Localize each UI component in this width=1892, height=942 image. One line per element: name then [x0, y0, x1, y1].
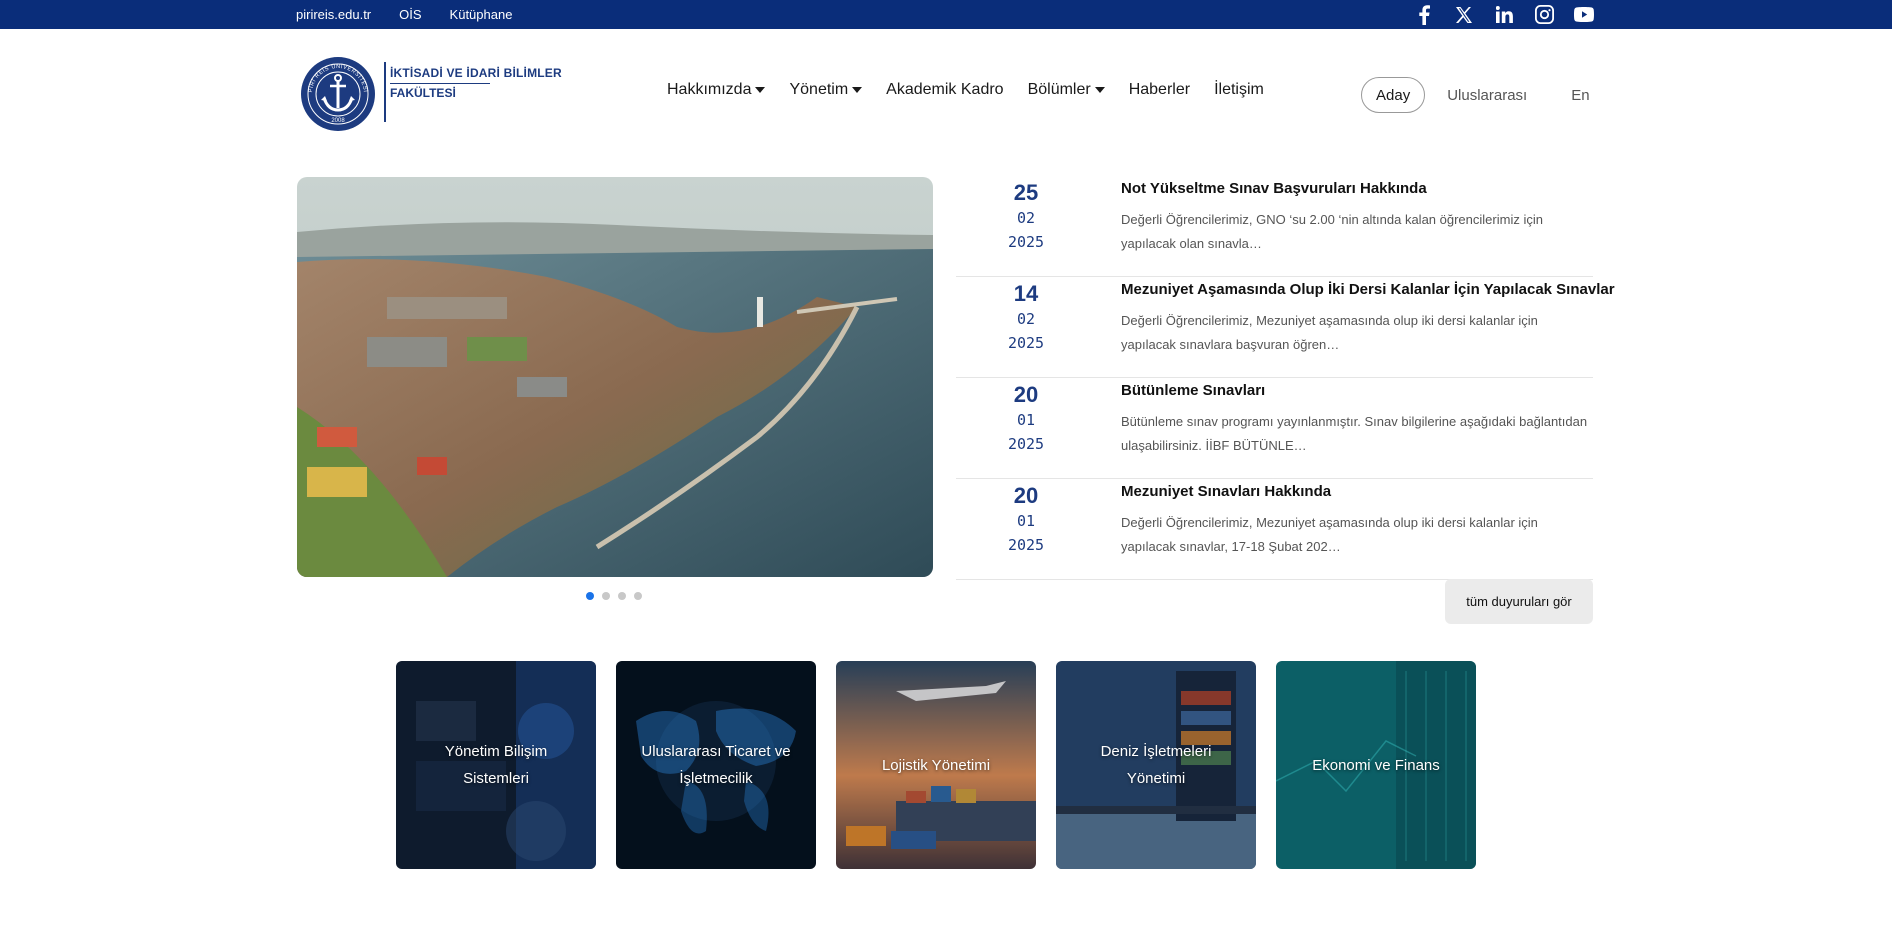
caret-down-icon: [1094, 87, 1105, 93]
date-month: 02: [1016, 310, 1036, 328]
main-nav: Hakkımızda Yönetim Akademik Kadro Bölüml…: [667, 81, 1264, 99]
social-links: [1413, 0, 1595, 29]
caret-down-icon: [755, 87, 766, 93]
date-year: 2025: [1007, 435, 1045, 453]
announcement-date: 14 02 2025: [956, 281, 1096, 355]
nav-item-about[interactable]: Hakkımızda: [667, 81, 766, 99]
date-month: 01: [1016, 411, 1036, 429]
caret-down-icon: [852, 87, 863, 93]
nav-item-departments[interactable]: Bölümler: [1028, 81, 1105, 99]
nav-item-academic-staff[interactable]: Akademik Kadro: [886, 81, 1003, 99]
youtube-icon[interactable]: [1573, 4, 1595, 26]
department-card[interactable]: Ekonomi ve Finans: [1276, 661, 1476, 869]
nav-label: Akademik Kadro: [886, 81, 1004, 98]
announcement-item[interactable]: 14 02 2025 Mezuniyet Aşamasında Olup İki…: [956, 277, 1615, 378]
announcement-excerpt: Değerli Öğrencilerimiz, GNO ‘su 2.00 ‘ni…: [1121, 212, 1543, 251]
nav-label: İletişim: [1214, 81, 1264, 98]
department-label: Lojistik Yönetimi: [881, 756, 991, 774]
top-links: pirireis.edu.tr OİS Kütüphane: [296, 0, 512, 29]
slider-dots: [586, 592, 642, 600]
date-day: 25: [1013, 180, 1039, 205]
secondary-nav: Aday Uluslararası En: [1361, 77, 1590, 113]
logo-rule: [390, 83, 490, 84]
announcement-title[interactable]: Mezuniyet Sınavları Hakkında: [1121, 483, 1331, 500]
slider-dot[interactable]: [634, 592, 642, 600]
department-card[interactable]: Uluslararası Ticaret ve İşletmecilik: [616, 661, 816, 869]
date-month: 01: [1016, 512, 1036, 530]
nav-label: Bölümler: [1027, 81, 1091, 98]
announcement-title[interactable]: Bütünleme Sınavları: [1121, 382, 1265, 399]
x-icon[interactable]: [1453, 4, 1475, 26]
department-cards: Yönetim Bilişim Sistemleri Uluslararası …: [396, 661, 1476, 869]
slider-dot[interactable]: [586, 592, 594, 600]
top-link-ois[interactable]: OİS: [399, 7, 421, 22]
international-link[interactable]: Uluslararası: [1447, 87, 1527, 104]
announcement-excerpt: Değerli Öğrencilerimiz, Mezuniyet aşamas…: [1121, 515, 1538, 554]
svg-text:2008: 2008: [331, 118, 345, 124]
announcement-date: 25 02 2025: [956, 180, 1096, 254]
university-seal-icon: 2008 PİRİ REİS ÜNİVERSİTESİ: [301, 57, 375, 131]
nav-item-news[interactable]: Haberler: [1129, 81, 1190, 99]
date-year: 2025: [1007, 233, 1045, 251]
announcement-item[interactable]: 20 01 2025 Mezuniyet Sınavları Hakkında …: [956, 479, 1593, 580]
announcement-title[interactable]: Not Yükseltme Sınav Başvuruları Hakkında: [1121, 180, 1427, 197]
department-card[interactable]: Lojistik Yönetimi: [836, 661, 1036, 869]
faculty-name-line2: FAKÜLTESİ: [390, 86, 456, 100]
top-link-website[interactable]: pirireis.edu.tr: [296, 7, 371, 22]
slider-dot[interactable]: [602, 592, 610, 600]
nav-label: Haberler: [1128, 81, 1191, 98]
announcement-title[interactable]: Mezuniyet Aşamasında Olup İki Dersi Kala…: [1121, 281, 1615, 298]
date-year: 2025: [1007, 334, 1045, 352]
campus-aerial-image: [297, 177, 933, 577]
language-switch[interactable]: En: [1571, 87, 1589, 104]
hero-slider-image[interactable]: [297, 177, 933, 577]
department-card[interactable]: Yönetim Bilişim Sistemleri: [396, 661, 596, 869]
top-link-library[interactable]: Kütüphane: [450, 7, 513, 22]
nav-item-management[interactable]: Yönetim: [789, 81, 863, 99]
department-label: Ekonomi ve Finans: [1312, 756, 1440, 774]
facebook-icon[interactable]: [1413, 4, 1435, 26]
department-label: Deniz İşletmeleri Yönetimi: [1100, 743, 1212, 787]
date-month: 02: [1016, 209, 1036, 227]
department-label: Yönetim Bilişim Sistemleri: [444, 743, 548, 787]
candidate-button[interactable]: Aday: [1361, 77, 1426, 113]
top-bar: pirireis.edu.tr OİS Kütüphane: [0, 0, 1892, 29]
nav-label: Hakkımızda: [667, 81, 752, 98]
all-announcements-button[interactable]: tüm duyuruları gör: [1445, 579, 1593, 624]
logo-divider: [384, 62, 386, 122]
announcement-item[interactable]: 20 01 2025 Bütünleme Sınavları Bütünleme…: [956, 378, 1593, 479]
date-day: 20: [1013, 483, 1039, 508]
announcement-excerpt: Değerli Öğrencilerimiz, Mezuniyet aşamas…: [1121, 313, 1538, 352]
faculty-logo[interactable]: 2008 PİRİ REİS ÜNİVERSİTESİ İKTİSADİ VE …: [300, 56, 562, 136]
site-header: 2008 PİRİ REİS ÜNİVERSİTESİ İKTİSADİ VE …: [0, 29, 1892, 159]
announcement-item[interactable]: 25 02 2025 Not Yükseltme Sınav Başvurula…: [956, 176, 1593, 277]
announcements-list: 25 02 2025 Not Yükseltme Sınav Başvurula…: [956, 176, 1615, 580]
linkedin-icon[interactable]: [1493, 4, 1515, 26]
nav-item-contact[interactable]: İletişim: [1214, 81, 1264, 99]
faculty-name-line1: İKTİSADİ VE İDARİ BİLİMLER: [390, 66, 562, 80]
date-year: 2025: [1007, 536, 1045, 554]
date-day: 20: [1013, 382, 1039, 407]
announcement-excerpt: Bütünleme sınav programı yayınlanmıştır.…: [1121, 414, 1588, 453]
announcement-date: 20 01 2025: [956, 382, 1096, 456]
department-card[interactable]: Deniz İşletmeleri Yönetimi: [1056, 661, 1256, 869]
slider-dot[interactable]: [618, 592, 626, 600]
instagram-icon[interactable]: [1533, 4, 1555, 26]
department-label: Uluslararası Ticaret ve İşletmecilik: [641, 743, 791, 787]
date-day: 14: [1013, 281, 1039, 306]
announcement-date: 20 01 2025: [956, 483, 1096, 557]
nav-label: Yönetim: [789, 81, 849, 98]
